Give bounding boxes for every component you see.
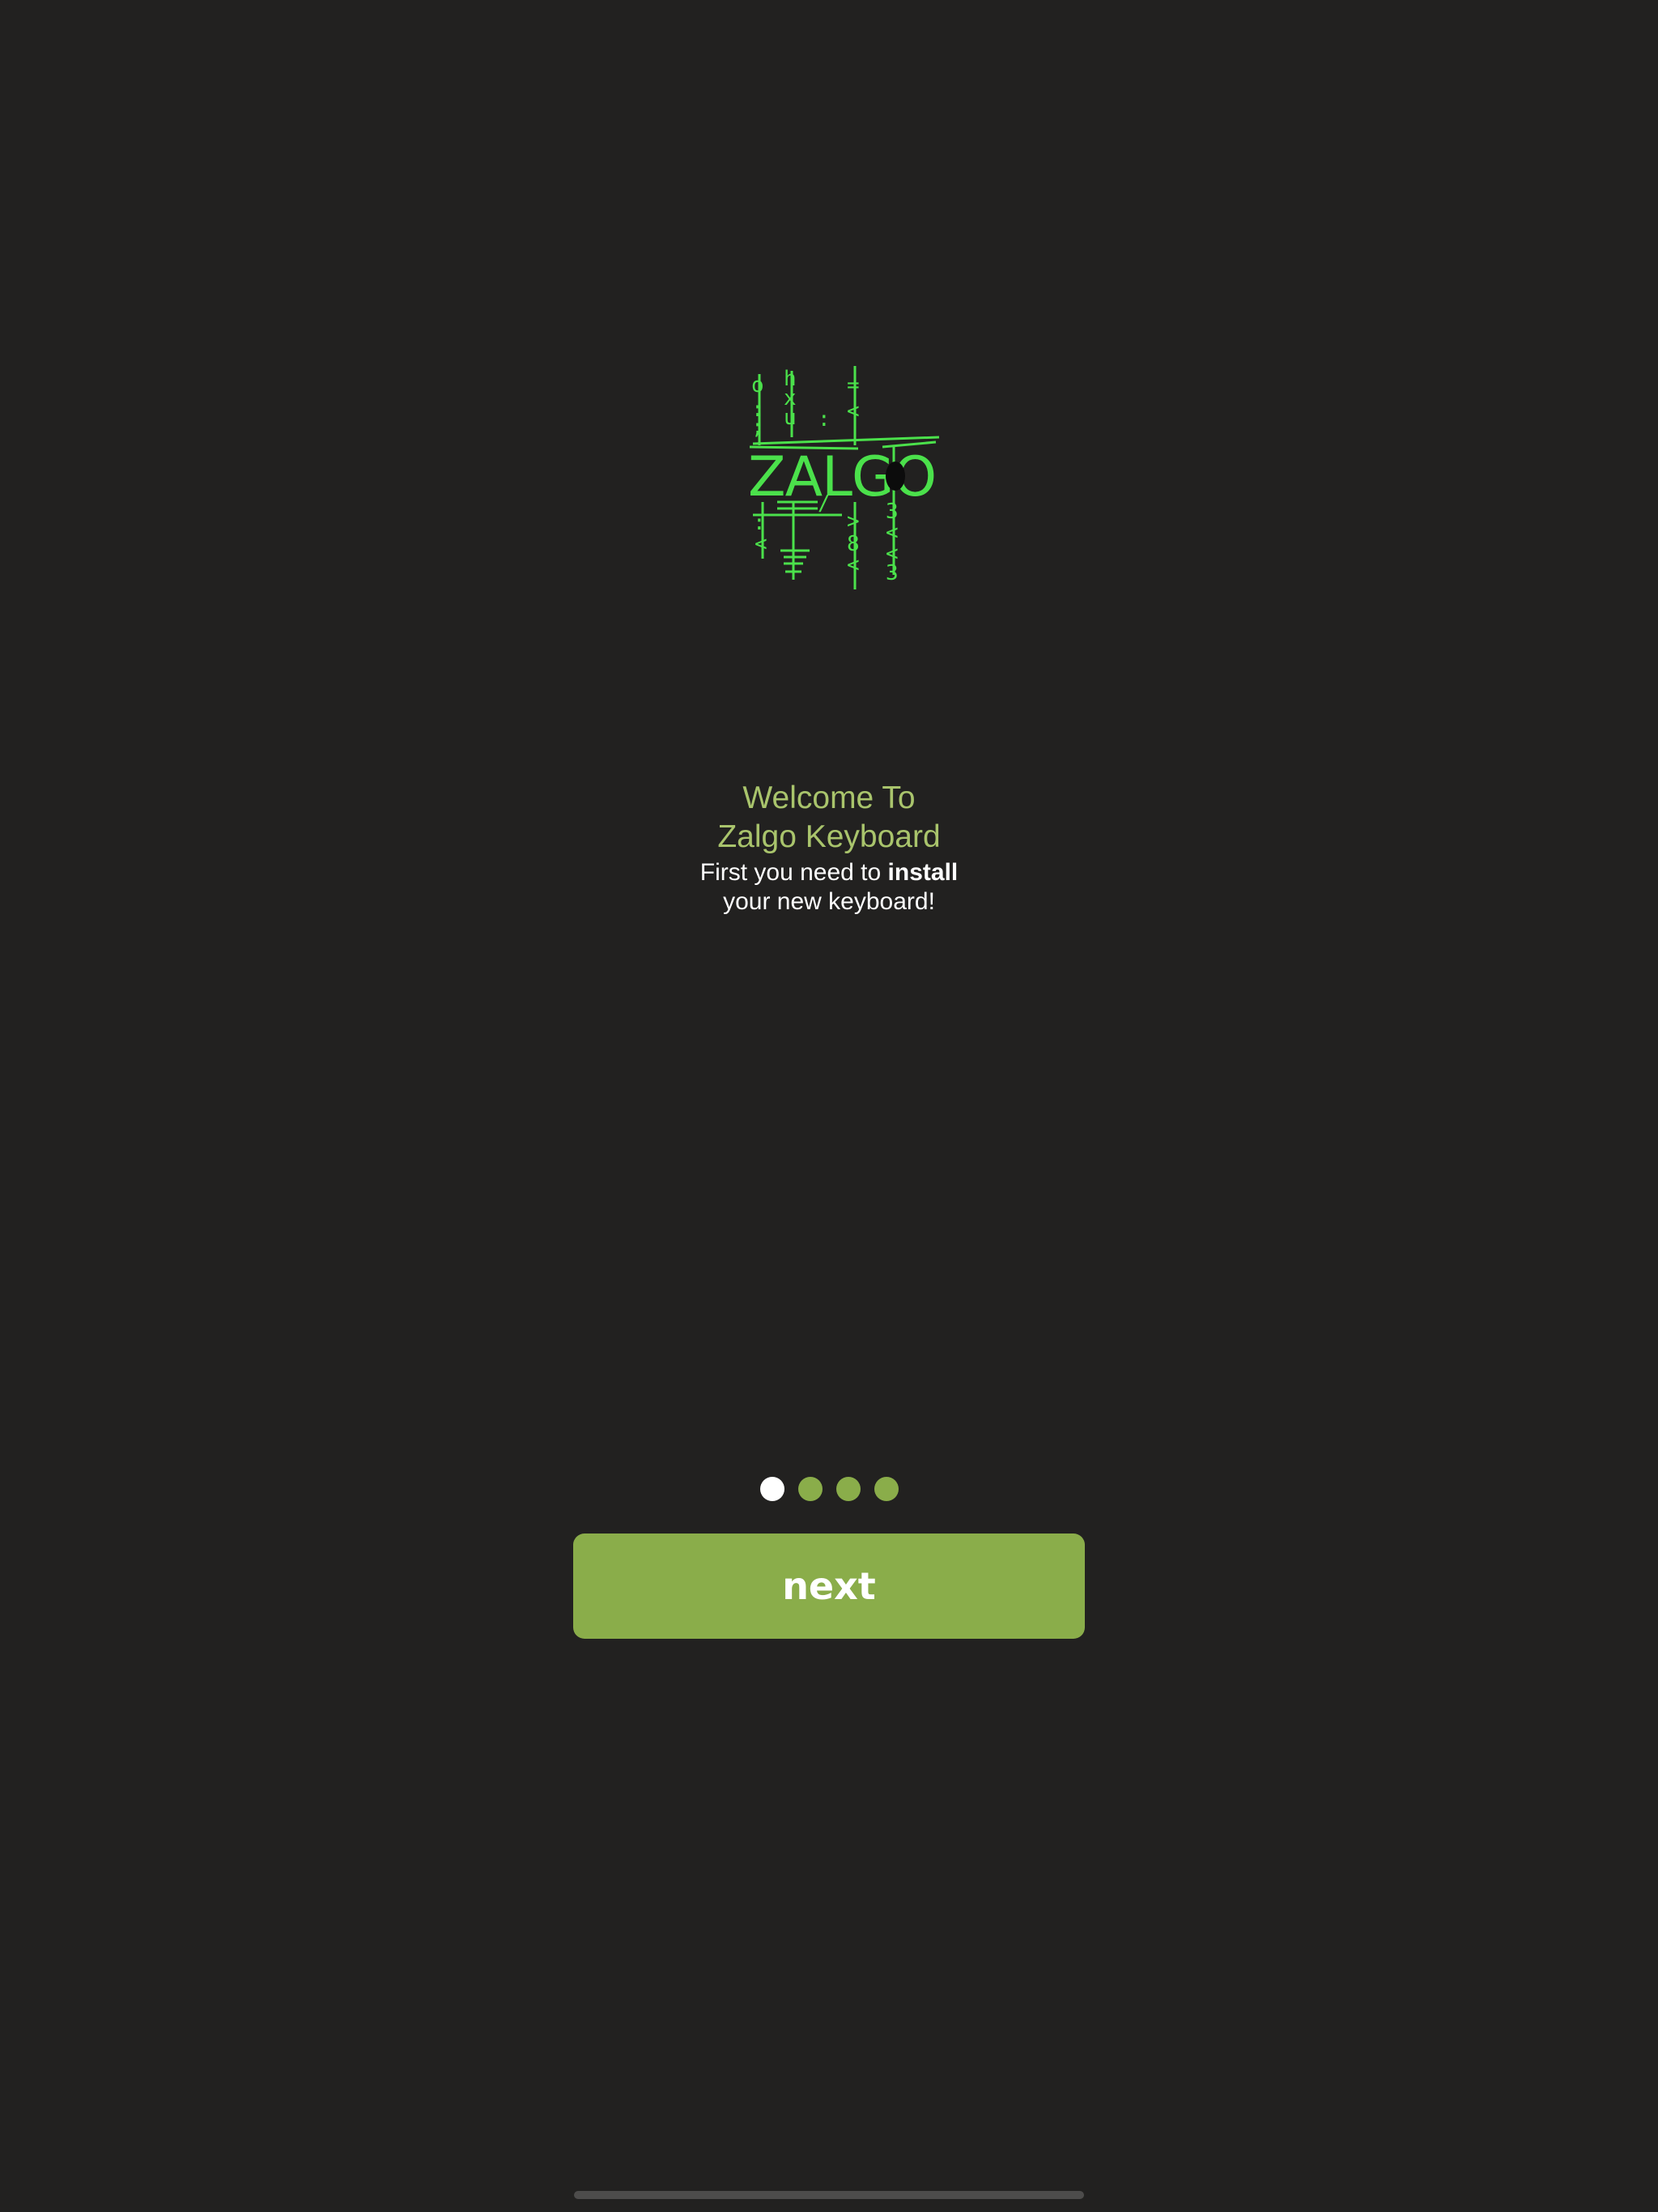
instructions-line-2: your new keyboard! [723,888,935,915]
welcome-title: Welcome To Zalgo Keyboard [0,779,1658,857]
onboarding-screen: o : ; h x u = < : : < > 8 < 3 < < 3 / ZA… [0,0,1658,2212]
instructions-emphasis: install [887,859,959,886]
svg-text:>: > [847,509,860,534]
instructions-prefix: First you need to [699,859,888,886]
svg-text:=: = [847,373,860,398]
page-dot-1[interactable] [759,1477,784,1501]
home-indicator[interactable] [574,2191,1084,2199]
logo-word: ZALGO [748,445,936,509]
install-instructions: First you need to install your new keybo… [0,858,1658,917]
svg-text:;: ; [751,415,764,440]
welcome-line-2: Zalgo Keyboard [717,819,941,854]
svg-text:u: u [784,406,797,430]
welcome-line-1: Welcome To [742,781,916,815]
svg-text:o: o [751,373,764,398]
svg-text:<: < [755,532,767,556]
page-dot-3[interactable] [835,1477,861,1501]
svg-text:<: < [847,399,860,423]
page-dot-4[interactable] [874,1477,899,1501]
svg-text:<: < [847,553,860,577]
page-dot-2[interactable] [797,1477,823,1501]
instructions-line-1: First you need to install [0,858,1658,887]
zalgo-logo-graphic: o : ; h x u = < : : < > 8 < 3 < < 3 / ZA… [748,366,940,589]
page-indicator [0,1477,1658,1501]
svg-text:3: 3 [886,561,899,585]
zalgo-logo-icon: o : ; h x u = < : : < > 8 < 3 < < 3 / ZA… [696,356,963,599]
next-button[interactable]: next [573,1534,1085,1639]
svg-text::: : [818,407,831,432]
